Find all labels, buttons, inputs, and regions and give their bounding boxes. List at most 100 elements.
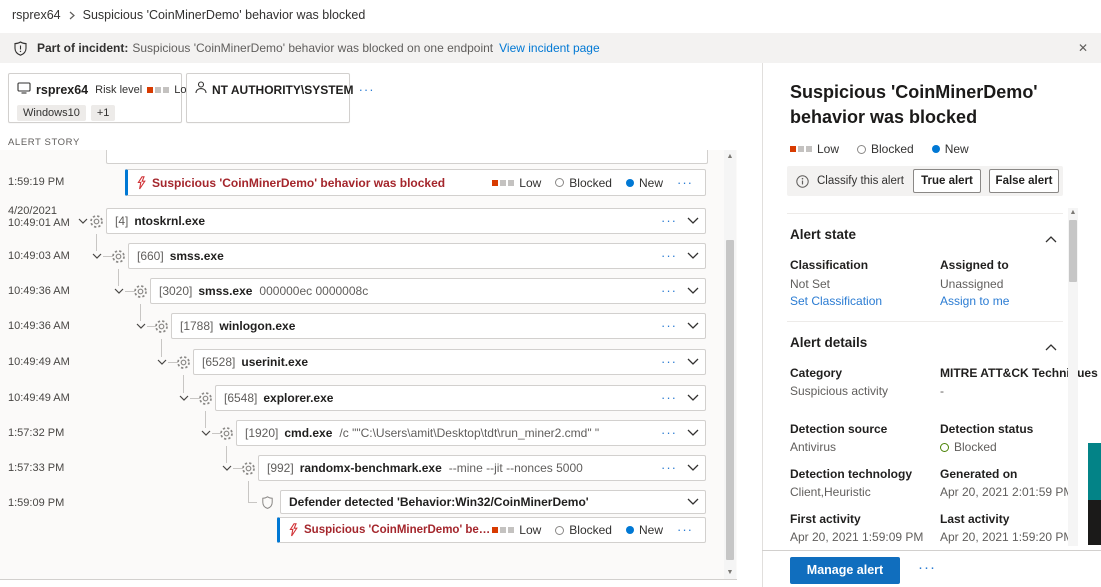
expand-toggle[interactable] xyxy=(199,428,212,438)
device-more-tags-badge[interactable]: +1 xyxy=(91,105,116,121)
category-label: Category xyxy=(790,366,842,380)
breadcrumb-device-link[interactable]: rsprex64 xyxy=(12,8,61,22)
true-alert-button[interactable]: True alert xyxy=(913,169,981,193)
set-classification-link[interactable]: Set Classification xyxy=(790,294,882,308)
last-activity-label: Last activity xyxy=(940,512,1009,526)
timestamp: 1:57:32 PM xyxy=(8,427,64,439)
tree-scrollbar[interactable]: ▲ ▼ xyxy=(724,150,736,579)
alert-node[interactable]: Suspicious 'CoinMinerDemo' behavi...LowB… xyxy=(277,517,706,543)
user-card[interactable]: NT AUTHORITY\SYSTEM ··· xyxy=(186,73,350,123)
process-node[interactable]: [660]smss.exe··· xyxy=(128,243,706,269)
detection-node[interactable]: Defender detected 'Behavior:Win32/CoinMi… xyxy=(280,490,706,514)
timestamp: 1:59:19 PM xyxy=(8,176,64,188)
row-overflow-menu[interactable]: ··· xyxy=(661,286,677,296)
assigned-to-value: Unassigned xyxy=(940,277,1003,291)
process-node[interactable]: [6548] explorer.exe ··· xyxy=(215,385,706,411)
alert-details-heading: Alert details xyxy=(790,335,867,350)
detection-status-value: Blocked xyxy=(940,440,997,454)
row-expand-chevron[interactable] xyxy=(687,252,699,260)
tree-scroll-up-icon[interactable]: ▲ xyxy=(724,153,736,160)
row-overflow-menu[interactable]: ··· xyxy=(661,393,677,403)
process-node[interactable]: [992]randomx-benchmark.exe--mine --jit -… xyxy=(258,455,706,481)
process-name: ntoskrnl.exe xyxy=(134,214,205,228)
details-scrollbar[interactable]: ▲ xyxy=(1068,208,1078,546)
device-os-tag[interactable]: Windows10 xyxy=(17,105,86,121)
detection-technology-value: Client,Heuristic xyxy=(790,485,871,499)
row-expand-chevron[interactable] xyxy=(687,287,699,295)
row-expand-chevron[interactable] xyxy=(687,358,699,366)
details-scroll-up-icon[interactable]: ▲ xyxy=(1067,209,1079,216)
process-node[interactable]: [1788]winlogon.exe··· xyxy=(171,313,706,339)
blocked-status-icon xyxy=(940,443,949,452)
row-expand-chevron[interactable] xyxy=(687,394,699,402)
row-expand-chevron[interactable] xyxy=(687,217,699,225)
banner-label: Part of incident: xyxy=(37,41,128,55)
edge-dark-tab[interactable] xyxy=(1088,500,1101,545)
classification-label: Classification xyxy=(790,258,868,272)
process-pid: [660] xyxy=(137,249,164,263)
alert-state-collapse-icon[interactable] xyxy=(1045,230,1057,248)
row-overflow-menu[interactable]: ··· xyxy=(661,216,677,226)
expand-toggle[interactable] xyxy=(76,216,89,226)
row-overflow-menu[interactable]: ··· xyxy=(661,357,677,367)
banner-close-icon[interactable]: ✕ xyxy=(1075,40,1091,56)
row-overflow-menu[interactable]: ··· xyxy=(661,428,677,438)
severity-chip: Low xyxy=(790,142,839,156)
process-name: explorer.exe xyxy=(263,391,333,405)
incident-shield-icon xyxy=(14,41,27,56)
expand-toggle[interactable] xyxy=(155,357,168,367)
row-expand-chevron[interactable] xyxy=(687,322,699,330)
alert-title-chips: LowBlockedNew xyxy=(790,142,975,156)
row-expand-chevron[interactable] xyxy=(687,498,699,506)
row-overflow-menu[interactable]: ··· xyxy=(661,321,677,331)
row-overflow-menu[interactable]: ··· xyxy=(661,251,677,261)
process-node[interactable]: [6528]userinit.exe··· xyxy=(193,349,706,375)
status-chip: Blocked xyxy=(857,142,914,156)
row-expand-chevron[interactable] xyxy=(687,464,699,472)
expand-toggle[interactable] xyxy=(112,286,125,296)
process-node[interactable]: [1920]cmd.exe/c ""C:\Users\amit\Desktop\… xyxy=(236,420,706,446)
tree-scrollbar-thumb[interactable] xyxy=(726,240,734,560)
view-incident-page-link[interactable]: View incident page xyxy=(499,41,600,55)
status-chip: Blocked xyxy=(555,176,612,190)
alert-row-title: Suspicious 'CoinMinerDemo' behavior was … xyxy=(152,176,445,190)
gear-icon xyxy=(241,461,256,476)
row-expand-chevron[interactable] xyxy=(687,429,699,437)
expand-toggle[interactable] xyxy=(220,463,233,473)
process-pid: [6528] xyxy=(202,355,235,369)
details-scrollbar-thumb[interactable] xyxy=(1069,220,1077,282)
classify-label: Classify this alert xyxy=(817,175,904,187)
alert-bolt-icon xyxy=(136,176,146,190)
user-name[interactable]: NT AUTHORITY\SYSTEM xyxy=(212,83,354,97)
process-args: 000000ec 0000008c xyxy=(259,284,368,298)
process-pid: [1920] xyxy=(245,426,278,440)
alert-details-collapse-icon[interactable] xyxy=(1045,338,1057,356)
user-card-overflow-menu[interactable]: ··· xyxy=(359,85,375,95)
false-alert-button[interactable]: False alert xyxy=(989,169,1059,193)
row-overflow-menu[interactable]: ··· xyxy=(677,178,693,188)
manage-alert-overflow-menu[interactable]: ··· xyxy=(918,563,936,573)
row-overflow-menu[interactable]: ··· xyxy=(677,525,693,535)
detection-technology-label: Detection technology xyxy=(790,467,912,481)
expand-toggle[interactable] xyxy=(177,393,190,403)
detection-source-value: Antivirus xyxy=(790,440,836,454)
partial-process-node[interactable] xyxy=(106,150,708,164)
info-icon xyxy=(796,175,809,188)
process-node[interactable]: [4]ntoskrnl.exe··· xyxy=(106,208,706,234)
process-args: --mine --jit --nonces 5000 xyxy=(449,461,583,475)
device-name[interactable]: rsprex64 xyxy=(36,83,88,97)
assign-to-me-link[interactable]: Assign to me xyxy=(940,294,1009,308)
gear-icon xyxy=(133,284,148,299)
tree-scroll-down-icon[interactable]: ▼ xyxy=(724,569,736,576)
device-card[interactable]: rsprex64 Risk level Low ··· Windows10 +1 xyxy=(8,73,182,123)
row-overflow-menu[interactable]: ··· xyxy=(661,463,677,473)
timestamp: 10:49:36 AM xyxy=(8,320,70,332)
manage-alert-button[interactable]: Manage alert xyxy=(790,557,900,584)
expand-toggle[interactable] xyxy=(134,321,147,331)
alert-node[interactable]: Suspicious 'CoinMinerDemo' behavior was … xyxy=(125,169,706,196)
process-pid: [6548] xyxy=(224,391,257,405)
feedback-edge-tab[interactable] xyxy=(1088,443,1101,500)
generated-on-value: Apr 20, 2021 2:01:59 PM xyxy=(940,485,1073,499)
process-node[interactable]: [3020]smss.exe000000ec 0000008c··· xyxy=(150,278,706,304)
expand-toggle[interactable] xyxy=(90,251,103,261)
